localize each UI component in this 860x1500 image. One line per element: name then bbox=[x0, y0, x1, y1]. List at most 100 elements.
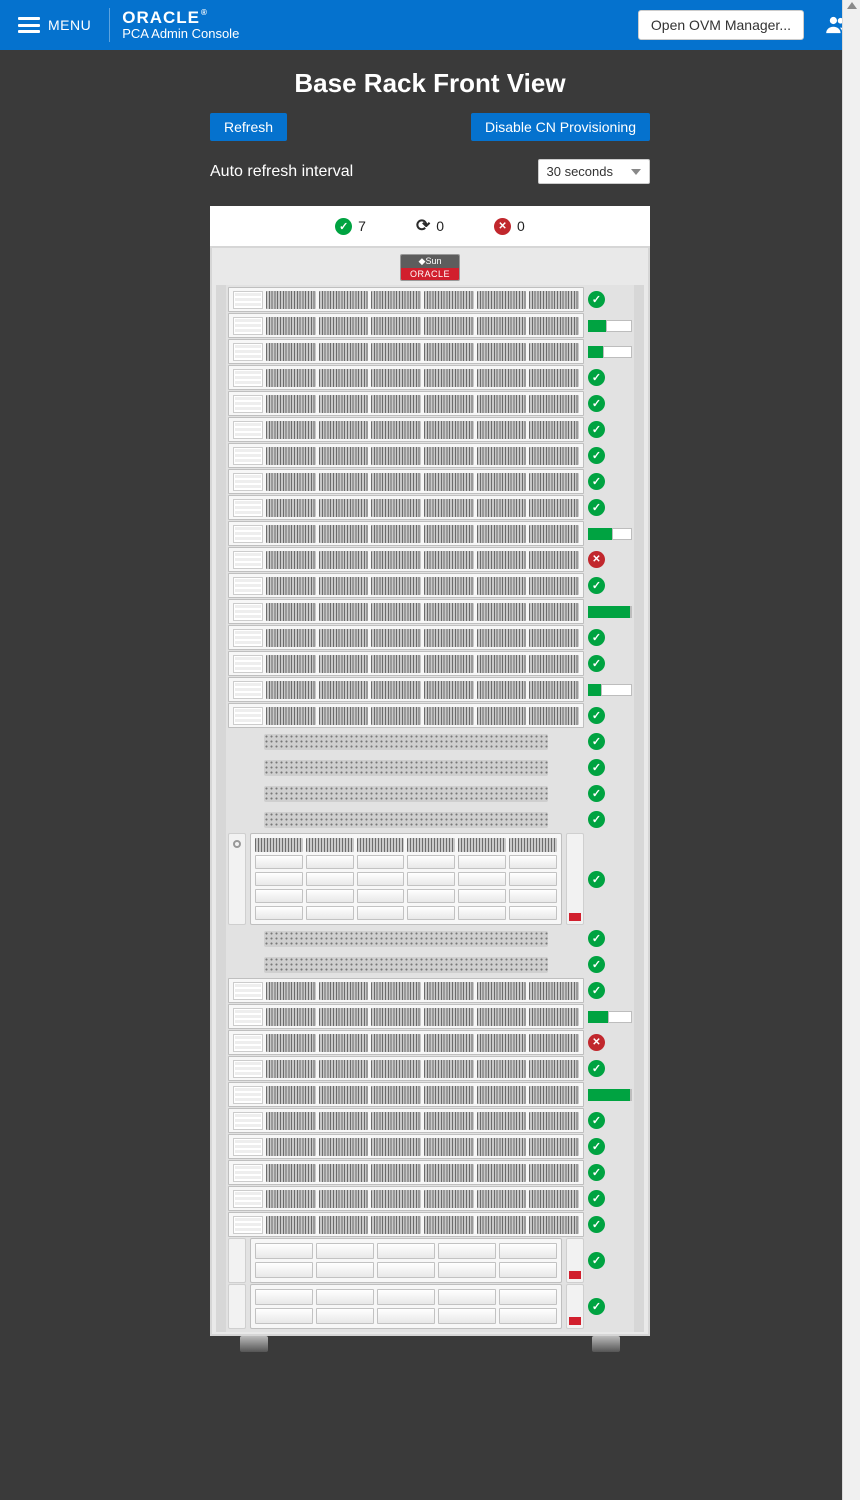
rack-unit-indicator bbox=[588, 291, 632, 308]
server-unit[interactable] bbox=[228, 391, 584, 416]
server-unit[interactable] bbox=[228, 1212, 584, 1237]
server-unit[interactable] bbox=[228, 1160, 584, 1185]
unit-label-panel bbox=[233, 343, 263, 361]
check-icon bbox=[588, 982, 605, 999]
rack-vent-row bbox=[228, 729, 632, 754]
interval-select[interactable]: 30 seconds bbox=[538, 159, 651, 184]
rack-unit-indicator bbox=[588, 577, 632, 594]
rack-row bbox=[228, 978, 632, 1003]
unit-label-panel bbox=[233, 982, 263, 1000]
rack-brand-oracle: ORACLE bbox=[401, 268, 459, 280]
rack-unit-indicator bbox=[588, 1138, 632, 1155]
server-unit[interactable] bbox=[228, 1056, 584, 1081]
server-unit[interactable] bbox=[228, 287, 584, 312]
check-icon bbox=[588, 1298, 605, 1315]
progress-bar bbox=[588, 320, 632, 332]
unit-grille bbox=[266, 291, 579, 309]
server-unit[interactable] bbox=[228, 1030, 584, 1055]
open-ovm-manager-button[interactable]: Open OVM Manager... bbox=[638, 10, 804, 40]
app-header: MENU ORACLE® PCA Admin Console Open OVM … bbox=[0, 0, 860, 50]
scrollbar[interactable] bbox=[842, 0, 860, 1500]
check-icon bbox=[588, 421, 605, 438]
server-unit[interactable] bbox=[228, 1134, 584, 1159]
unit-grille bbox=[266, 395, 579, 413]
unit-label-panel bbox=[233, 655, 263, 673]
check-icon bbox=[588, 369, 605, 386]
rack-unit-indicator bbox=[588, 1298, 632, 1315]
rack-row bbox=[228, 287, 632, 312]
menu-button[interactable]: MENU bbox=[12, 13, 97, 37]
check-icon bbox=[588, 956, 605, 973]
rack-unit-indicator bbox=[588, 930, 632, 947]
server-unit[interactable] bbox=[228, 495, 584, 520]
disable-cn-provisioning-button[interactable]: Disable CN Provisioning bbox=[471, 113, 650, 141]
server-unit[interactable] bbox=[228, 521, 584, 546]
check-icon bbox=[588, 1190, 605, 1207]
check-icon bbox=[588, 871, 605, 888]
drive-row bbox=[255, 1262, 557, 1278]
server-unit[interactable] bbox=[228, 313, 584, 338]
storage-unit[interactable] bbox=[250, 1238, 562, 1283]
rack-row bbox=[228, 1160, 632, 1185]
unit-label-panel bbox=[233, 421, 263, 439]
server-unit[interactable] bbox=[228, 547, 584, 572]
rack-unit-indicator bbox=[588, 1164, 632, 1181]
server-unit[interactable] bbox=[228, 599, 584, 624]
unit-grille bbox=[266, 1112, 579, 1130]
unit-grille bbox=[266, 681, 579, 699]
brand-top: ORACLE® bbox=[122, 9, 239, 28]
rack-unit-indicator bbox=[588, 320, 632, 332]
server-unit[interactable] bbox=[228, 703, 584, 728]
server-unit[interactable] bbox=[228, 677, 584, 702]
rack-unit-indicator bbox=[588, 606, 632, 618]
controls-row: Refresh Disable CN Provisioning bbox=[210, 113, 650, 141]
rack-unit-indicator bbox=[588, 499, 632, 516]
server-unit[interactable] bbox=[228, 417, 584, 442]
header-divider bbox=[109, 8, 110, 42]
server-unit[interactable] bbox=[228, 573, 584, 598]
server-unit[interactable] bbox=[228, 443, 584, 468]
server-unit[interactable] bbox=[228, 1082, 584, 1107]
server-unit[interactable] bbox=[228, 651, 584, 676]
storage-unit[interactable] bbox=[250, 833, 562, 925]
server-unit[interactable] bbox=[228, 365, 584, 390]
rack-unit-indicator bbox=[588, 346, 632, 358]
storage-side-panel bbox=[228, 1284, 246, 1329]
rack-vent-row bbox=[228, 755, 632, 780]
server-unit[interactable] bbox=[228, 469, 584, 494]
refresh-button[interactable]: Refresh bbox=[210, 113, 287, 141]
rack-row bbox=[228, 677, 632, 702]
server-unit[interactable] bbox=[228, 1004, 584, 1029]
rack-unit-indicator bbox=[588, 982, 632, 999]
drive-row bbox=[255, 889, 557, 903]
unit-label-panel bbox=[233, 1164, 263, 1182]
interval-value: 30 seconds bbox=[547, 164, 614, 179]
check-icon bbox=[588, 473, 605, 490]
rack-unit-indicator bbox=[588, 447, 632, 464]
storage-side-panel bbox=[228, 833, 246, 925]
error-icon bbox=[494, 218, 511, 235]
menu-label: MENU bbox=[48, 17, 91, 33]
rack-unit-indicator bbox=[588, 684, 632, 696]
server-unit[interactable] bbox=[228, 625, 584, 650]
unit-grille bbox=[266, 421, 579, 439]
check-icon bbox=[588, 1112, 605, 1129]
check-icon bbox=[588, 707, 605, 724]
unit-grille bbox=[266, 473, 579, 491]
unit-grille bbox=[266, 655, 579, 673]
server-unit[interactable] bbox=[228, 978, 584, 1003]
unit-label-panel bbox=[233, 577, 263, 595]
rack-row bbox=[228, 521, 632, 546]
rack-row bbox=[228, 651, 632, 676]
rack-feet bbox=[210, 1336, 650, 1352]
server-unit[interactable] bbox=[228, 1186, 584, 1211]
rack-unit-indicator bbox=[588, 1112, 632, 1129]
unit-label-panel bbox=[233, 1034, 263, 1052]
storage-unit[interactable] bbox=[250, 1284, 562, 1329]
server-unit[interactable] bbox=[228, 1108, 584, 1133]
rack-unit-indicator bbox=[588, 369, 632, 386]
unit-label-panel bbox=[233, 395, 263, 413]
status-pending-count: 0 bbox=[436, 218, 444, 234]
rack-unit-indicator bbox=[588, 1034, 632, 1051]
server-unit[interactable] bbox=[228, 339, 584, 364]
